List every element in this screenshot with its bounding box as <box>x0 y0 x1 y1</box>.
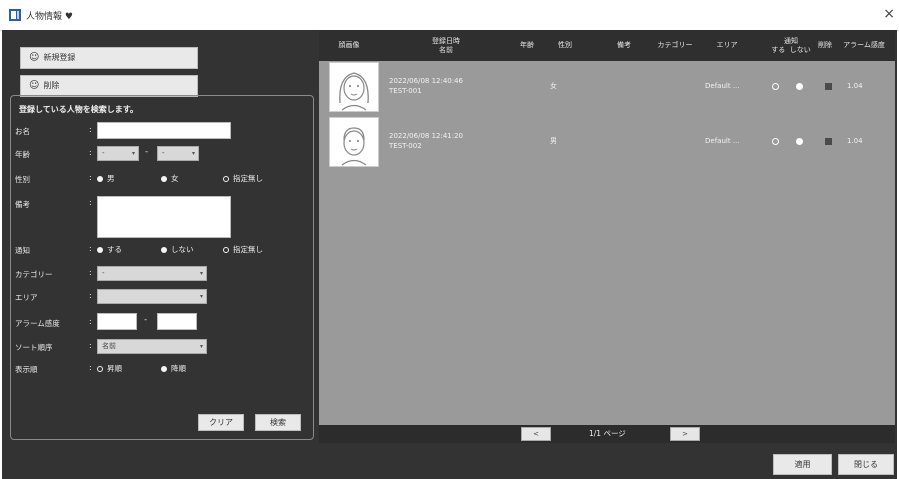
face-image <box>329 62 379 112</box>
col-delete[interactable]: 削除 <box>817 30 833 61</box>
row-gender: 男 <box>550 137 557 145</box>
male-face-icon <box>341 127 367 166</box>
order-asc-radio[interactable]: 昇順 <box>97 363 122 374</box>
delete-person-button[interactable]: ☺ 削除 <box>20 75 198 97</box>
search-heading: 登録している人物を検索します。 <box>19 105 138 114</box>
row-datetime: 2022/06/08 12:40:46 <box>389 77 464 85</box>
window-title: 人物情報 ♥ <box>26 12 73 22</box>
sort-select[interactable]: 名前 ▾ <box>97 339 207 354</box>
chevron-down-icon: ▾ <box>199 343 203 350</box>
col-age[interactable]: 年齢 <box>513 30 541 61</box>
notify-off-radio[interactable] <box>796 83 803 90</box>
colon: : <box>89 341 92 350</box>
clear-button[interactable]: クリア <box>198 414 244 431</box>
col-face[interactable]: 顔画像 <box>319 30 379 61</box>
row-area: Default ... <box>705 137 740 145</box>
row-area: Default ... <box>705 82 740 90</box>
add-person-button[interactable]: ☺ 新規登録 <box>20 47 198 69</box>
chevron-down-icon: ▾ <box>199 293 203 300</box>
row-name: TEST-002 <box>389 142 422 150</box>
gender-male-radio[interactable]: 男 <box>97 173 115 184</box>
age-range-dash: - <box>145 147 149 157</box>
close-icon[interactable]: × <box>883 6 895 22</box>
notify-yes-radio[interactable]: する <box>97 244 122 255</box>
colon: : <box>89 125 92 134</box>
memo-label: 備考 <box>15 200 30 209</box>
page-indicator: 1/1 ページ <box>589 429 626 438</box>
colon: : <box>89 317 92 326</box>
notify-any-radio[interactable]: 指定無し <box>223 244 263 255</box>
table-row[interactable]: 2022/06/08 12:40:46 TEST-001 女 Default .… <box>319 60 895 116</box>
delete-user-icon: ☺ <box>29 80 40 91</box>
apply-button[interactable]: 適用 <box>773 454 832 475</box>
next-page-button[interactable]: > <box>670 427 700 441</box>
row-alarm-level: 1.04 <box>847 137 863 145</box>
order-label: 表示順 <box>15 365 38 374</box>
title-bar: 人物情報 ♥ × <box>0 0 899 31</box>
order-desc-radio[interactable]: 降順 <box>161 363 186 374</box>
face-image <box>329 117 379 167</box>
delete-checkbox[interactable] <box>825 83 832 90</box>
colon: : <box>89 363 92 372</box>
row-name: TEST-001 <box>389 87 422 95</box>
colon: : <box>89 148 92 157</box>
age-to-select[interactable]: - ▾ <box>157 146 199 161</box>
row-datetime: 2022/06/08 12:41:20 <box>389 132 464 140</box>
area-select[interactable]: ▾ <box>97 289 207 304</box>
col-memo[interactable]: 備考 <box>604 30 644 61</box>
col-category[interactable]: カテゴリー <box>647 30 703 61</box>
notify-on-radio[interactable] <box>772 138 779 145</box>
alarm-level-max-input[interactable] <box>157 313 197 330</box>
colon: : <box>89 198 92 207</box>
name-label: お名 <box>15 127 30 136</box>
chevron-down-icon: ▾ <box>199 270 203 277</box>
search-button[interactable]: 検索 <box>255 414 301 431</box>
colon: : <box>89 244 92 253</box>
category-label: カテゴリー <box>15 270 53 279</box>
pagination-bar: < 1/1 ページ > <box>319 425 895 443</box>
table-row[interactable]: 2022/06/08 12:41:20 TEST-002 男 Default .… <box>319 115 895 171</box>
row-gender: 女 <box>550 82 557 90</box>
col-gender[interactable]: 性別 <box>545 30 585 61</box>
add-user-icon: ☺ <box>29 52 40 63</box>
search-panel: 登録している人物を検索します。 お名 : 年齢 : - ▾ - - ▾ 性別 : 男… <box>10 95 314 440</box>
alarm-level-label: アラーム感度 <box>15 319 60 328</box>
delete-checkbox[interactable] <box>825 138 832 145</box>
app-icon <box>9 9 21 21</box>
female-face-icon <box>339 72 369 111</box>
chevron-down-icon: ▾ <box>191 150 195 157</box>
gender-label: 性別 <box>15 175 30 184</box>
colon: : <box>89 268 92 277</box>
gender-any-radio[interactable]: 指定無し <box>223 173 263 184</box>
notify-on-radio[interactable] <box>772 83 779 90</box>
notify-off-radio[interactable] <box>796 138 803 145</box>
close-button[interactable]: 閉じる <box>838 454 894 475</box>
alarm-range-dash: - <box>144 315 148 325</box>
area-label: エリア <box>15 293 38 302</box>
col-area[interactable]: エリア <box>707 30 747 61</box>
notify-no-radio[interactable]: しない <box>161 244 194 255</box>
sort-label: ソート順序 <box>15 343 53 352</box>
name-input[interactable] <box>97 122 231 139</box>
alarm-level-min-input[interactable] <box>97 313 137 330</box>
colon: : <box>89 173 92 182</box>
prev-page-button[interactable]: < <box>521 427 551 441</box>
row-alarm-level: 1.04 <box>847 82 863 90</box>
category-select[interactable]: - ▾ <box>97 266 207 281</box>
notify-label: 通知 <box>15 246 30 255</box>
memo-textarea[interactable] <box>97 196 231 238</box>
col-alarm-level[interactable]: アラーム感度 <box>835 30 893 61</box>
gender-female-radio[interactable]: 女 <box>161 173 179 184</box>
age-label: 年齢 <box>15 150 30 159</box>
grid-header: 顔画像 登録日時 名前 年齢 性別 備考 カテゴリー エリア 通知 する しない… <box>319 30 895 61</box>
chevron-down-icon: ▾ <box>131 150 135 157</box>
col-datetime-name[interactable]: 登録日時 名前 <box>381 30 511 61</box>
colon: : <box>89 291 92 300</box>
col-notify[interactable]: 通知 する しない <box>763 30 819 61</box>
age-from-select[interactable]: - ▾ <box>97 146 139 161</box>
